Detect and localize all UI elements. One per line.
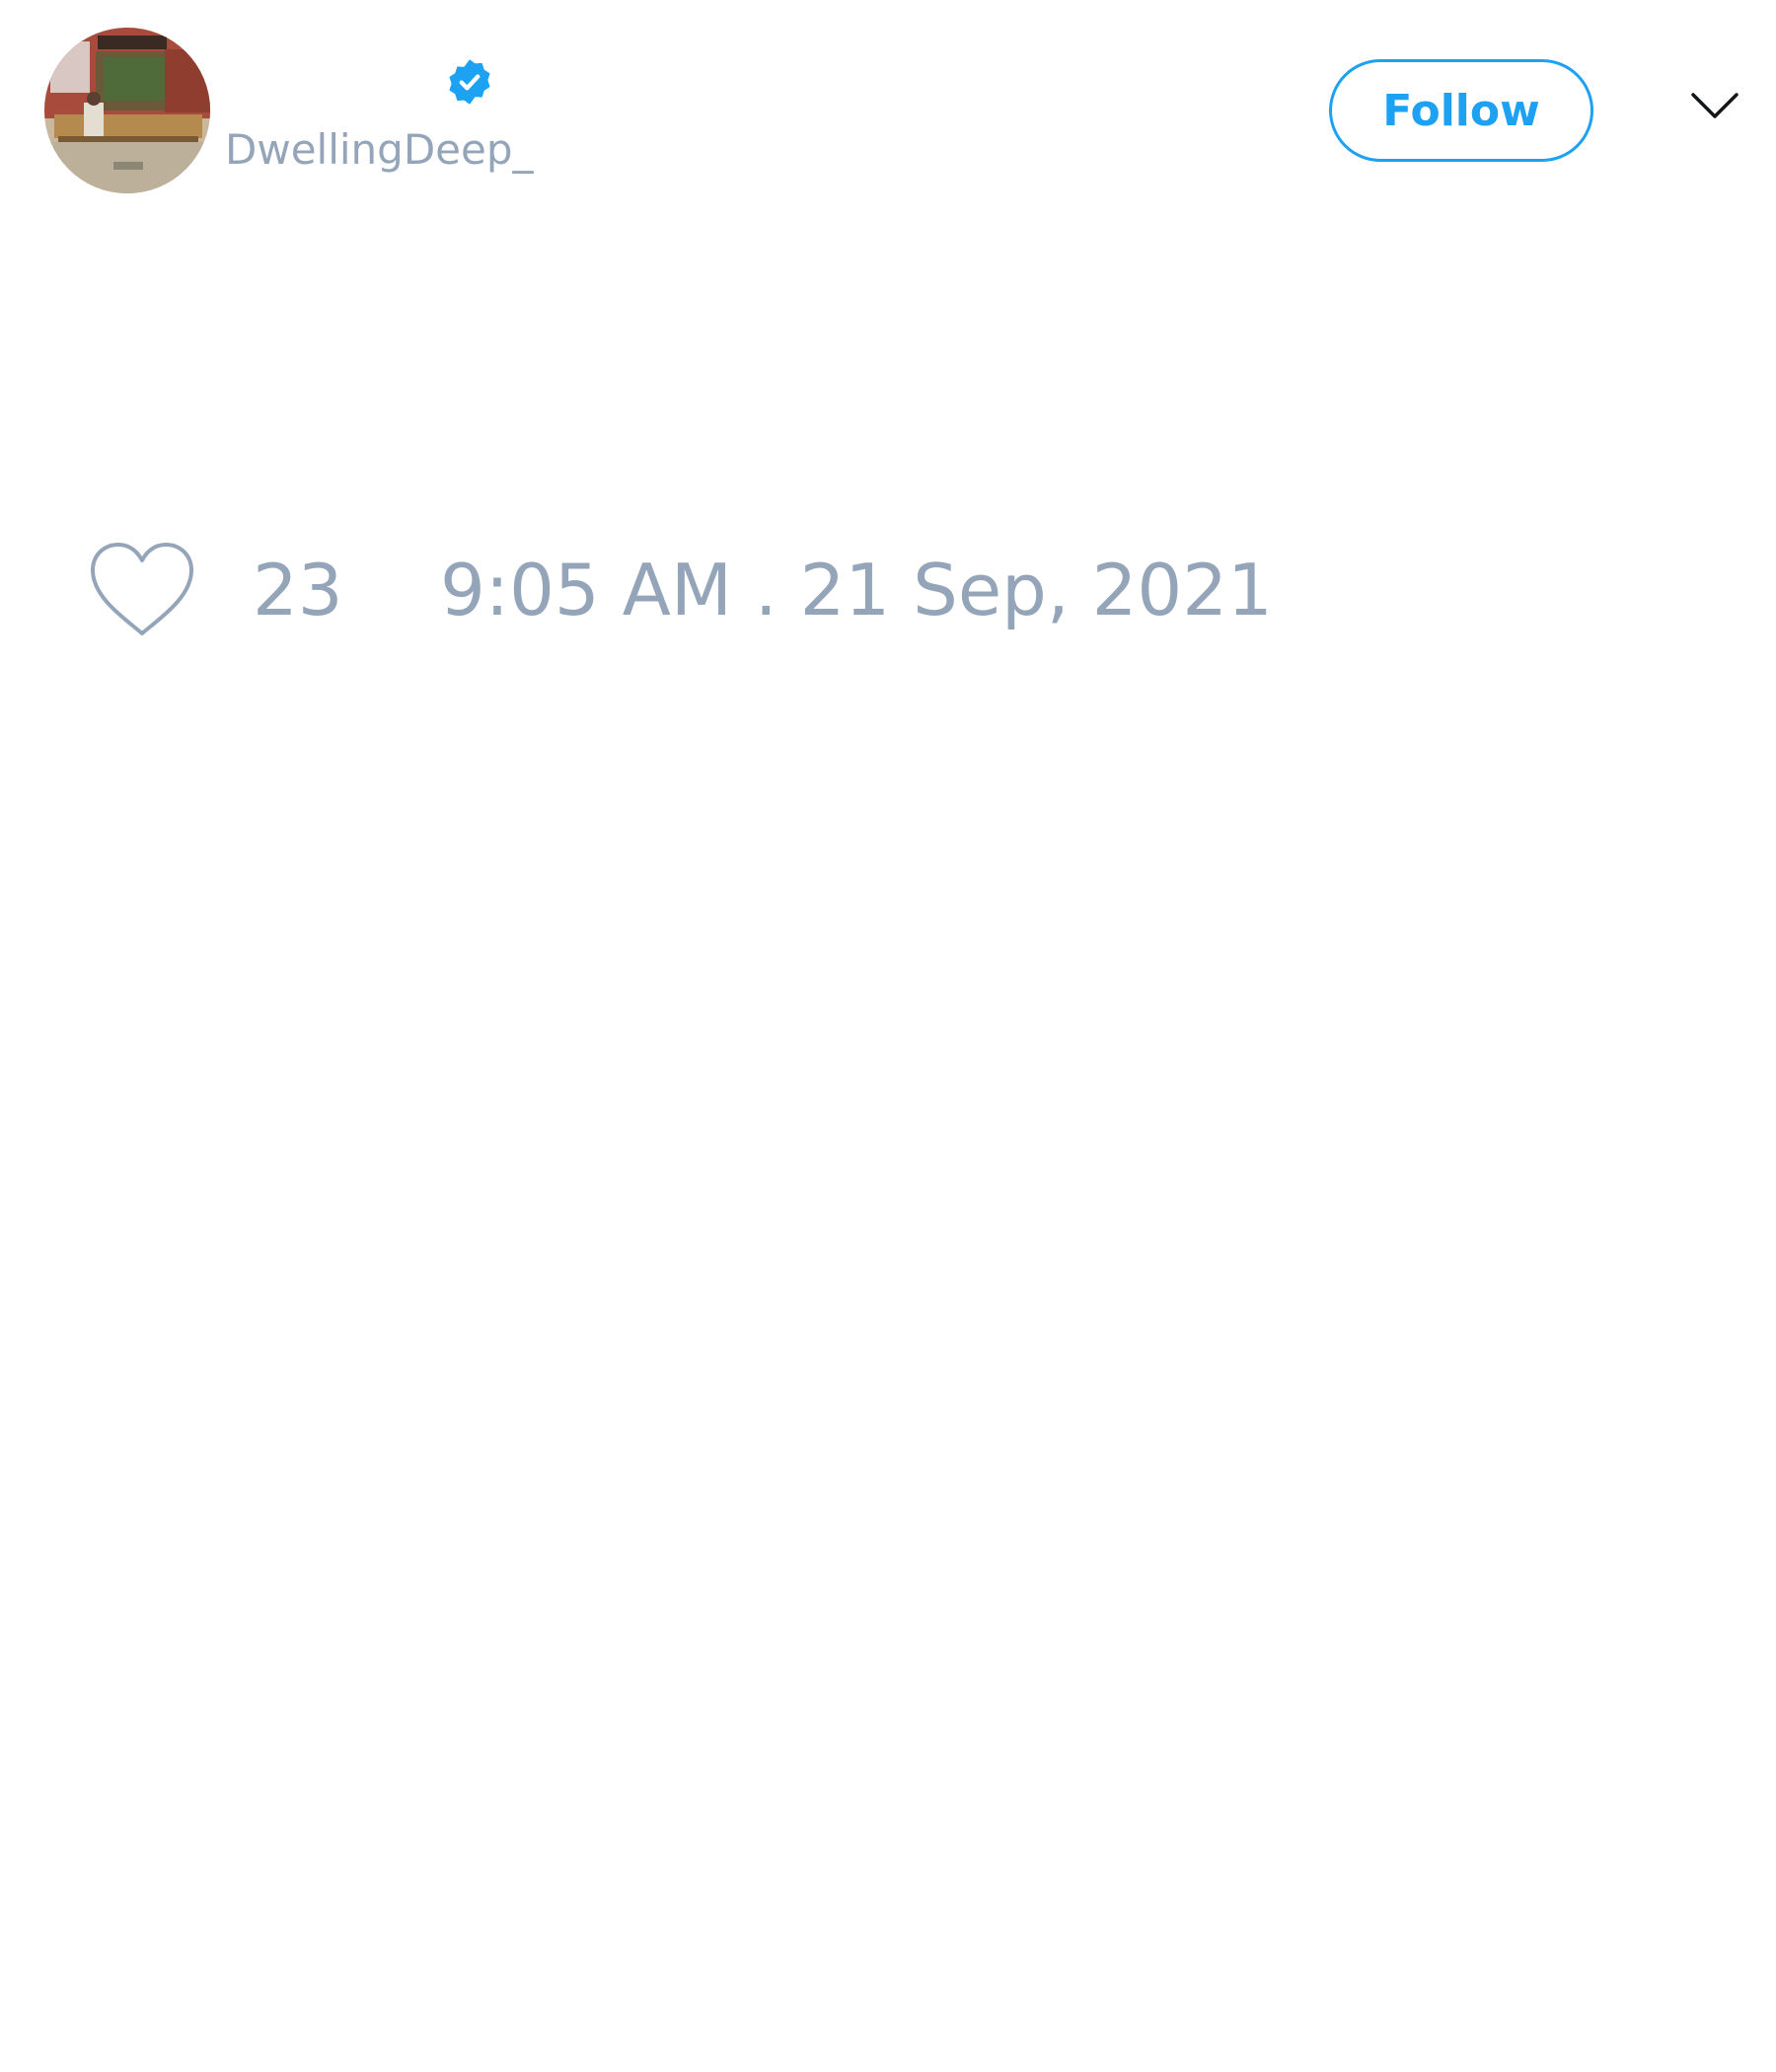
heart-icon[interactable] (87, 541, 197, 639)
avatar-photo (44, 28, 210, 193)
like-count: 23 (253, 549, 343, 631)
avatar[interactable] (44, 28, 210, 193)
follow-button[interactable]: Follow (1329, 59, 1593, 162)
author-handle[interactable]: DwellingDeep_ (225, 124, 534, 176)
tweet-timestamp[interactable]: 9:05 AM . 21 Sep, 2021 (440, 549, 1273, 631)
verified-badge-icon (444, 56, 495, 108)
chevron-down-icon[interactable] (1690, 89, 1739, 122)
